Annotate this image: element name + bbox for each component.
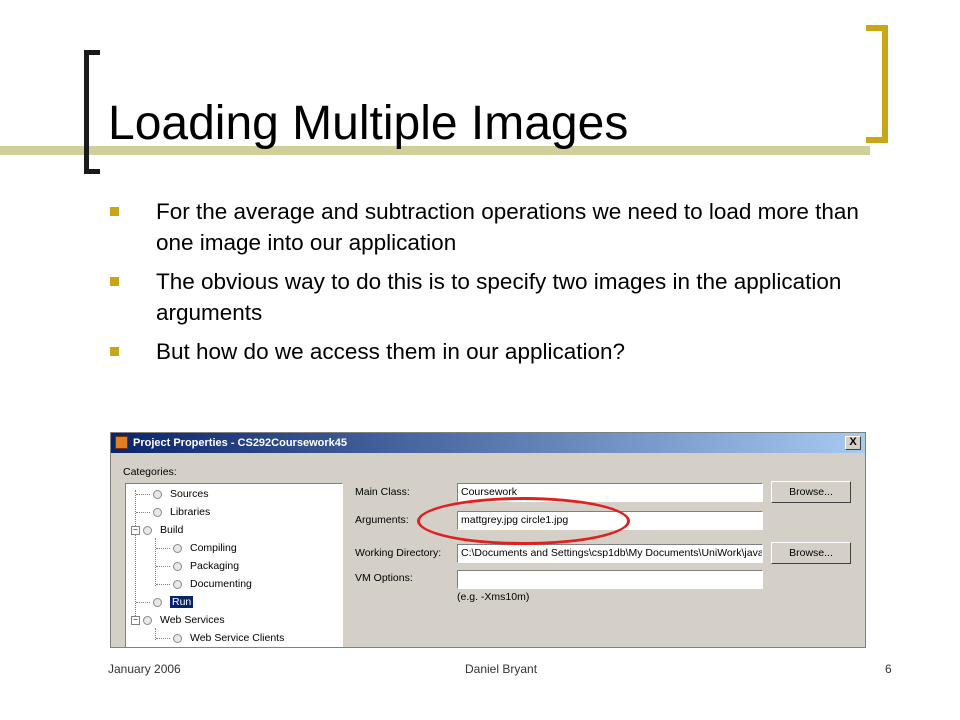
tree-node-icon	[153, 507, 162, 517]
bullet-list: For the average and subtraction operatio…	[110, 196, 890, 375]
right-bracket-decoration	[866, 25, 888, 143]
close-icon[interactable]: X	[845, 436, 861, 450]
slide-title: Loading Multiple Images	[108, 97, 629, 150]
bullet-square-icon	[110, 207, 119, 216]
tree-item-compiling[interactable]: Compiling	[156, 540, 237, 556]
tree-item-libraries[interactable]: Libraries	[136, 504, 210, 520]
vm-options-label: VM Options:	[355, 572, 413, 584]
bullet-item: But how do we access them in our applica…	[110, 336, 890, 367]
vm-options-input[interactable]	[457, 570, 763, 589]
browse-main-class-button[interactable]: Browse...	[771, 481, 851, 503]
app-icon	[115, 436, 128, 449]
bullet-square-icon	[110, 347, 119, 356]
footer-date: January 2006	[108, 662, 181, 676]
bullet-square-icon	[110, 277, 119, 286]
left-bracket-decoration	[84, 50, 100, 174]
tree-node-icon	[173, 579, 182, 589]
bullet-text: The obvious way to do this is to specify…	[156, 269, 842, 325]
browse-working-directory-button[interactable]: Browse...	[771, 542, 851, 564]
arguments-highlight-ellipse	[417, 497, 630, 545]
dialog-titlebar: Project Properties - CS292Coursework45 X	[111, 433, 865, 453]
footer-author: Daniel Bryant	[465, 662, 538, 676]
bullet-text: For the average and subtraction operatio…	[156, 199, 859, 255]
footer-page-number: 6	[885, 662, 892, 676]
categories-label: Categories:	[123, 466, 177, 478]
tree-item-packaging[interactable]: Packaging	[156, 558, 239, 574]
tree-item-build[interactable]: − Build	[131, 522, 183, 538]
bullet-item: The obvious way to do this is to specify…	[110, 266, 890, 328]
working-directory-label: Working Directory:	[355, 547, 442, 559]
tree-node-icon	[143, 615, 152, 625]
tree-node-icon	[143, 525, 152, 535]
categories-tree[interactable]: Sources Libraries − Build Compiling Packa…	[125, 483, 343, 647]
dialog-title: Project Properties - CS292Coursework45	[133, 437, 347, 449]
tree-node-icon	[173, 543, 182, 553]
collapse-icon[interactable]: −	[131, 525, 140, 535]
working-directory-input[interactable]: C:\Documents and Settings\csp1db\My Docu…	[457, 544, 763, 563]
arguments-label: Arguments:	[355, 514, 409, 526]
tree-item-run[interactable]: Run	[136, 594, 194, 610]
vm-options-hint: (e.g. -Xms10m)	[457, 591, 530, 603]
tree-node-icon	[153, 597, 162, 607]
tree-item-sources[interactable]: Sources	[136, 486, 209, 502]
tree-item-web-service-clients[interactable]: Web Service Clients	[156, 630, 284, 646]
bullet-text: But how do we access them in our applica…	[156, 339, 626, 364]
tree-node-icon	[173, 561, 182, 571]
main-class-label: Main Class:	[355, 486, 410, 498]
tree-item-documenting[interactable]: Documenting	[156, 576, 252, 592]
tree-item-web-services[interactable]: − Web Services	[131, 612, 225, 628]
tree-node-icon	[153, 489, 162, 499]
bullet-item: For the average and subtraction operatio…	[110, 196, 890, 258]
tree-node-icon	[173, 633, 182, 643]
collapse-icon[interactable]: −	[131, 615, 140, 625]
